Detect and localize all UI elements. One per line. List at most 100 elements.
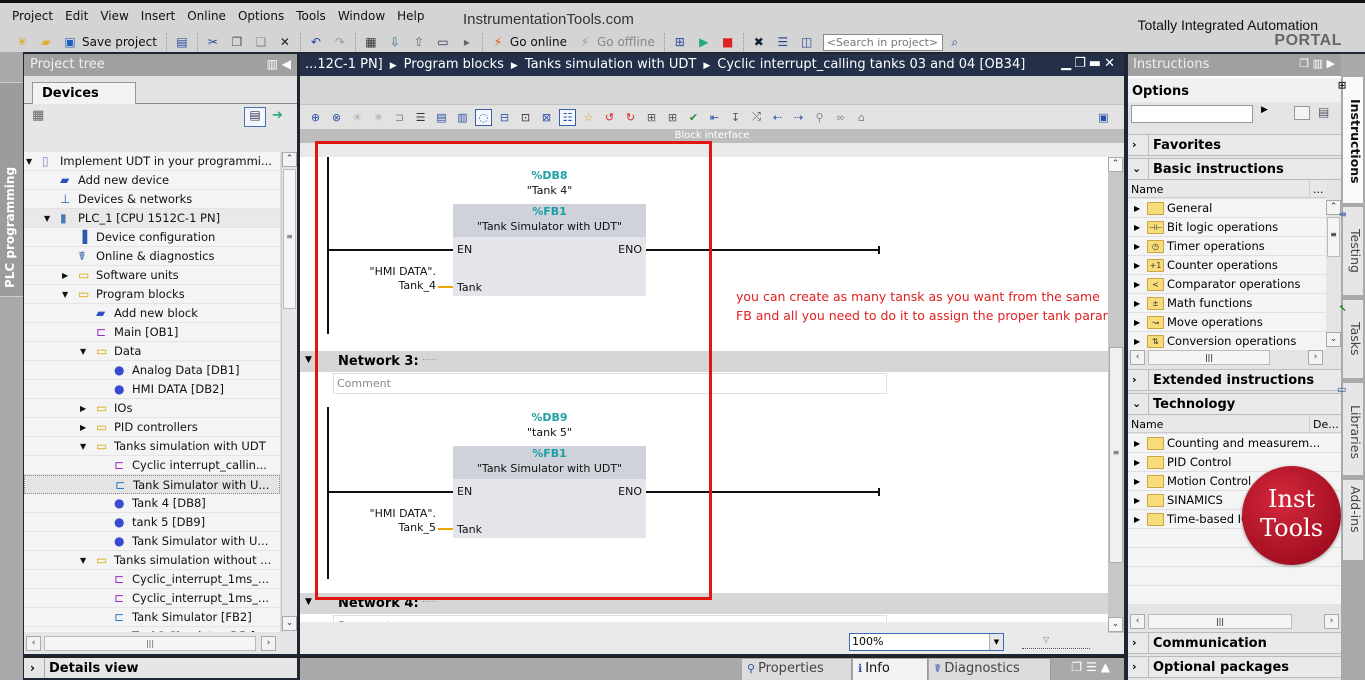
- scroll-thumb[interactable]: ≡: [283, 169, 296, 309]
- overview-icon[interactable]: ▤: [244, 107, 266, 127]
- collapse-panel-icon[interactable]: ◀: [282, 57, 291, 71]
- expand-arrow-icon[interactable]: ▼: [44, 209, 54, 228]
- go-offline-icon[interactable]: ⚡: [576, 33, 594, 51]
- collapse-network-icon[interactable]: ▼: [305, 355, 312, 365]
- column-description[interactable]: De...: [1309, 416, 1339, 432]
- menu-project[interactable]: Project: [8, 9, 61, 23]
- maximize-icon[interactable]: ▬: [1089, 56, 1104, 71]
- tree-item[interactable]: ● Analog Data [DB1]: [24, 361, 280, 380]
- restore-icon[interactable]: ❐: [1299, 57, 1309, 70]
- hscroll-thumb[interactable]: |||: [44, 636, 256, 651]
- go-to-error-next-icon[interactable]: ↻: [622, 109, 639, 126]
- expand-arrow-icon[interactable]: ▶: [1134, 199, 1140, 217]
- tab-info[interactable]: ℹ Info: [853, 659, 928, 680]
- go-next-icon[interactable]: ⇢: [790, 109, 807, 126]
- tree-item[interactable]: ▰ Add new device: [24, 171, 280, 190]
- expand-arrow-icon[interactable]: ▼: [80, 551, 90, 570]
- add-row-icon[interactable]: ✳: [370, 109, 387, 126]
- list-icon[interactable]: ☰: [1086, 660, 1101, 674]
- details-view-header[interactable]: › Details view: [24, 656, 297, 678]
- zoom-slider-thumb[interactable]: ▽: [1043, 635, 1049, 644]
- insert-network-icon[interactable]: ⊕: [307, 109, 324, 126]
- zoom-select[interactable]: 100% ▼: [849, 633, 1004, 651]
- scroll-left-button[interactable]: ‹: [1130, 614, 1145, 629]
- instruction-folder[interactable]: ▶ ⊣⊢ Bit logic operations: [1128, 218, 1326, 237]
- search-arrow-icon[interactable]: ▶: [1261, 105, 1268, 115]
- tree-item[interactable]: ⊥ Devices & networks: [24, 190, 280, 209]
- expand-arrow-icon[interactable]: ▼: [80, 437, 90, 456]
- collapse-network-icon[interactable]: ▼: [305, 597, 312, 607]
- copy-icon[interactable]: ❐: [228, 33, 246, 51]
- section-extended-instructions[interactable]: › Extended instructions: [1128, 369, 1341, 391]
- basic-vscrollbar[interactable]: ⌃ ≡ ⌄: [1326, 199, 1341, 349]
- hscroll-thumb[interactable]: |||: [1148, 350, 1270, 365]
- block-call-icon[interactable]: ⊞: [643, 109, 660, 126]
- collapse-arrow-icon[interactable]: ▶: [80, 399, 90, 418]
- expand-arrow-icon[interactable]: ▼: [62, 285, 72, 304]
- editor-settings-icon[interactable]: ▣: [1095, 109, 1112, 126]
- tree-item[interactable]: ▼ ▯ Implement UDT in your programmi...: [24, 152, 280, 171]
- breadcrumb-item[interactable]: Program blocks: [404, 57, 504, 72]
- monitor-icon[interactable]: ⚲: [811, 109, 828, 126]
- expand-arrow-icon[interactable]: ▶: [1134, 218, 1140, 236]
- scroll-right-button[interactable]: ›: [261, 636, 276, 651]
- scroll-up-button[interactable]: ⌃: [282, 152, 297, 167]
- instruction-folder[interactable]: ▶ +1 Counter operations: [1128, 256, 1326, 275]
- new-group-icon[interactable]: ▦: [32, 108, 44, 123]
- tree-item[interactable]: ▐ Device configuration: [24, 228, 280, 247]
- close-icon[interactable]: ✕: [1104, 56, 1118, 71]
- instruction-folder[interactable]: ▶ ◷ Timer operations: [1128, 237, 1326, 256]
- open-project-icon[interactable]: ▰: [37, 33, 55, 51]
- tree-item[interactable]: ⊏ Tank Simulator [FB2]: [24, 608, 280, 627]
- split-icon[interactable]: ▥: [267, 57, 278, 71]
- tree-item[interactable]: ● Tank Simulator with U...: [24, 532, 280, 551]
- scroll-down-button[interactable]: ⌄: [1108, 617, 1123, 632]
- tab-devices[interactable]: Devices: [32, 82, 136, 105]
- menu-help[interactable]: Help: [393, 9, 432, 23]
- section-communication[interactable]: › Communication: [1128, 632, 1341, 654]
- breadcrumb-item[interactable]: Tanks simulation with UDT: [525, 57, 697, 72]
- tree-item[interactable]: ▶ ▭ Software units: [24, 266, 280, 285]
- split-icon[interactable]: ▥: [1313, 57, 1323, 70]
- go-online-icon[interactable]: ⚡: [489, 33, 507, 51]
- save-project-button[interactable]: Save project: [82, 35, 157, 49]
- go-online-button[interactable]: Go online: [510, 35, 567, 49]
- restore-icon[interactable]: ❐: [1074, 56, 1089, 71]
- scroll-right-button[interactable]: ›: [1324, 614, 1339, 629]
- collapse-arrow-icon[interactable]: ▶: [62, 266, 72, 285]
- show-operands-icon[interactable]: ⊠: [538, 109, 555, 126]
- insert-row-icon[interactable]: ✳: [349, 109, 366, 126]
- open-all-networks-icon[interactable]: ▤: [433, 109, 450, 126]
- network-list-icon[interactable]: ☰: [412, 109, 429, 126]
- expand-arrow-icon[interactable]: ▶: [1134, 510, 1140, 528]
- save-icon[interactable]: ▣: [61, 33, 79, 51]
- restore-icon[interactable]: ❐: [1071, 660, 1086, 674]
- menu-online[interactable]: Online: [183, 9, 234, 23]
- search-in-project-input[interactable]: [822, 33, 943, 51]
- tree-item[interactable]: ● Tank 4 [DB8]: [24, 494, 280, 513]
- delete-icon[interactable]: ✕: [276, 33, 294, 51]
- absolute-symbolic-icon[interactable]: ⊟: [496, 109, 513, 126]
- scroll-thumb[interactable]: ≡: [1109, 347, 1123, 563]
- tab-diagnostics[interactable]: ☤ Diagnostics: [929, 659, 1051, 680]
- favorites-icon[interactable]: ⊡: [517, 109, 534, 126]
- collapse-arrow-icon[interactable]: ▶: [80, 418, 90, 437]
- collapse-right-icon[interactable]: ▶: [1327, 57, 1335, 70]
- go-offline-button[interactable]: Go offline: [597, 35, 655, 49]
- scroll-right-button[interactable]: ›: [1308, 350, 1323, 365]
- tree-item[interactable]: ⊏ Main [OB1]: [24, 323, 280, 342]
- section-optional-packages[interactable]: › Optional packages: [1128, 656, 1341, 678]
- view-single-icon[interactable]: [1294, 106, 1310, 120]
- tab-instructions[interactable]: ⊞ Instructions: [1336, 76, 1364, 204]
- menu-insert[interactable]: Insert: [137, 9, 183, 23]
- technology-hscrollbar[interactable]: ‹ ||| ›: [1128, 614, 1341, 630]
- scroll-left-button[interactable]: ‹: [26, 636, 41, 651]
- network-4-comment[interactable]: Comment: [333, 615, 887, 622]
- expand-arrow-icon[interactable]: ▶: [1134, 275, 1140, 293]
- section-technology[interactable]: ⌄ Technology: [1128, 393, 1341, 415]
- favorites-star-icon[interactable]: ☆: [580, 109, 597, 126]
- breadcrumb-item[interactable]: Cyclic interrupt_calling tanks 03 and 04…: [717, 57, 1025, 72]
- column-more[interactable]: ...: [1309, 181, 1324, 197]
- view-list-icon[interactable]: ▤: [1318, 105, 1329, 119]
- print-icon[interactable]: ▤: [173, 33, 191, 51]
